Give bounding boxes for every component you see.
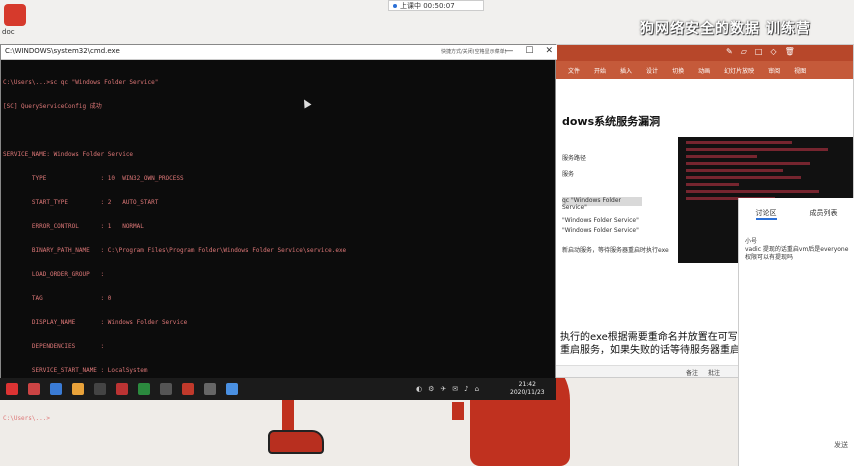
cmd-line: SERVICE_NAME: Windows Folder Service (3, 151, 134, 158)
slide-text: 服务路径 (562, 155, 587, 162)
cmd-window: C:\WINDOWS\system32\cmd.exe 快捷方式/关闭(空格显示… (0, 44, 557, 422)
cmd-line: C:\Users\...>sc qc "Windows Folder Servi… (3, 79, 159, 86)
ribbon-tab[interactable]: 文件 (568, 66, 580, 75)
recording-timer: 上课中 00:50:07 (388, 0, 484, 11)
record-dot-icon (393, 3, 397, 8)
slide-body-line: 重启服务，如果失败的话等待服务器重启 (560, 345, 740, 356)
ribbon-tab[interactable]: 幻灯片放映 (724, 66, 754, 75)
square-icon[interactable]: □ (755, 47, 763, 56)
discussion-panel: 讨论区 成员列表 小号 vadic 提现的话重启vm后是everyone权限可以… (738, 198, 854, 466)
slide-text: 服务 (562, 171, 575, 178)
cmd-line: SERVICE_START_NAME : LocalSystem (3, 367, 148, 374)
tray-icon[interactable]: ◐ (416, 385, 422, 393)
ribbon-tab[interactable]: 审阅 (768, 66, 780, 75)
cmd-line: ERROR_CONTROL : 1 NORMAL (3, 223, 144, 230)
slide-text: "Windows Folder Service" (562, 217, 639, 224)
system-tray: ◐ ⚙ ✈ ✉ ♪ ⌂ (416, 378, 479, 400)
cmd-line: DEPENDENCIES : (3, 343, 105, 350)
cmd-title-bar[interactable]: C:\WINDOWS\system32\cmd.exe 快捷方式/关闭(空格显示… (1, 45, 557, 60)
slide-text: "Windows Folder Service" (562, 227, 639, 234)
chat-message: 小号 vadic 提现的话重启vm后是everyone权限可以有提现吗 (745, 238, 851, 262)
tray-icon[interactable]: ⚙ (428, 385, 434, 393)
cmd-line: LOAD_ORDER_GROUP : (3, 271, 105, 278)
slide-text: 新启动服务，等待服务器重启时执行exe (562, 247, 669, 254)
app-icon[interactable] (28, 383, 40, 395)
watermark: 狗网络安全的数据 训练营 (640, 21, 811, 37)
delete-icon[interactable]: 🗑 (785, 47, 795, 56)
chat-text: vadic 提现的话重启vm后是everyone权限可以有提现吗 (745, 246, 849, 261)
timer-text: 上课中 00:50:07 (400, 1, 455, 10)
window-controls: — ☐ ✕ (504, 46, 553, 56)
cmd-line: DISPLAY_NAME : Windows Folder Service (3, 319, 188, 326)
cmd-output[interactable]: C:\Users\...>sc qc "Windows Folder Servi… (3, 63, 551, 422)
app-icon[interactable] (138, 383, 150, 395)
cmd-line: TYPE : 10 WIN32_OWN_PROCESS (3, 175, 184, 182)
ppt-toolbar: ✎ ▱ □ ◇ 🗑 (726, 47, 795, 56)
ribbon-tab[interactable]: 设计 (646, 66, 658, 75)
chat-tabs: 讨论区 成员列表 (739, 198, 854, 220)
shapes-icon[interactable]: ◇ (770, 47, 776, 56)
cmd-header-hint: 快捷方式/关闭(空格显示菜单) (441, 49, 507, 55)
cmd-line: BINARY_PATH_NAME : C:\Program Files\Prog… (3, 247, 347, 254)
app-icon[interactable] (50, 383, 62, 395)
ribbon-tab[interactable]: 插入 (620, 66, 632, 75)
cmd-title: C:\WINDOWS\system32\cmd.exe (5, 47, 120, 55)
app-icon[interactable] (226, 383, 238, 395)
pen-icon[interactable]: ✎ (726, 47, 733, 56)
tab-discussion[interactable]: 讨论区 (755, 208, 777, 220)
ribbon-tab[interactable]: 切换 (672, 66, 684, 75)
slide-body-text: 执行的exe根据需要重命名并放置在可写入 重启服务，如果失败的话等待服务器重启 (560, 331, 748, 357)
close-icon[interactable]: ✕ (545, 46, 553, 56)
ribbon-tab[interactable]: 开始 (594, 66, 606, 75)
cmd-line: TAG : 0 (3, 295, 112, 302)
app-icon[interactable] (94, 383, 106, 395)
slide-highlight: qc "Windows Folder Service" (562, 197, 642, 211)
notes-button[interactable]: 备注 (686, 368, 698, 377)
slide-title: dows系统服务漏洞 (562, 115, 661, 128)
app-icon[interactable] (116, 383, 128, 395)
eraser-icon[interactable]: ▱ (741, 47, 747, 56)
ribbon-tab[interactable]: 动画 (698, 66, 710, 75)
browser-icon[interactable] (72, 383, 84, 395)
clock-date: 2020/11/23 (510, 389, 545, 396)
cmd-line: START_TYPE : 2 AUTO_START (3, 199, 159, 206)
network-icon[interactable]: ⌂ (475, 385, 479, 393)
ppt-taskbar-icon[interactable] (182, 383, 194, 395)
tray-icon[interactable]: ✈ (440, 385, 446, 393)
tab-members[interactable]: 成员列表 (810, 208, 838, 220)
cmd-line: [SC] QueryServiceConfig 成功 (3, 103, 102, 110)
send-button[interactable]: 发送 (834, 440, 848, 450)
volume-icon[interactable]: ♪ (464, 385, 468, 393)
tray-icon[interactable]: ✉ (452, 385, 458, 393)
ribbon-tab[interactable]: 视图 (794, 66, 806, 75)
ppt-ribbon: 文件 开始 插入 设计 切换 动画 幻灯片放映 审阅 视图 (556, 61, 853, 79)
minimize-icon[interactable]: — (504, 46, 513, 56)
taskbar: ◐ ⚙ ✈ ✉ ♪ ⌂ 21:42 2020/11/23 (0, 378, 556, 400)
comments-button[interactable]: 批注 (708, 368, 720, 377)
cmd-taskbar-icon[interactable] (204, 383, 216, 395)
cmd-line (3, 127, 551, 135)
ppt-title-bar (556, 45, 853, 61)
clock-time: 21:42 (518, 381, 536, 388)
taskbar-clock[interactable]: 21:42 2020/11/23 (510, 381, 545, 397)
app-icon[interactable] (160, 383, 172, 395)
desktop-icon-label: doc (2, 28, 15, 36)
chat-user: 小号 (745, 238, 758, 245)
maximize-icon[interactable]: ☐ (525, 46, 533, 56)
slide-body-line: 执行的exe根据需要重命名并放置在可写入 (560, 332, 748, 343)
start-app-icon[interactable] (6, 383, 18, 395)
cmd-prompt: C:\Users\...> (3, 415, 50, 422)
desktop-file-icon[interactable] (4, 4, 26, 26)
